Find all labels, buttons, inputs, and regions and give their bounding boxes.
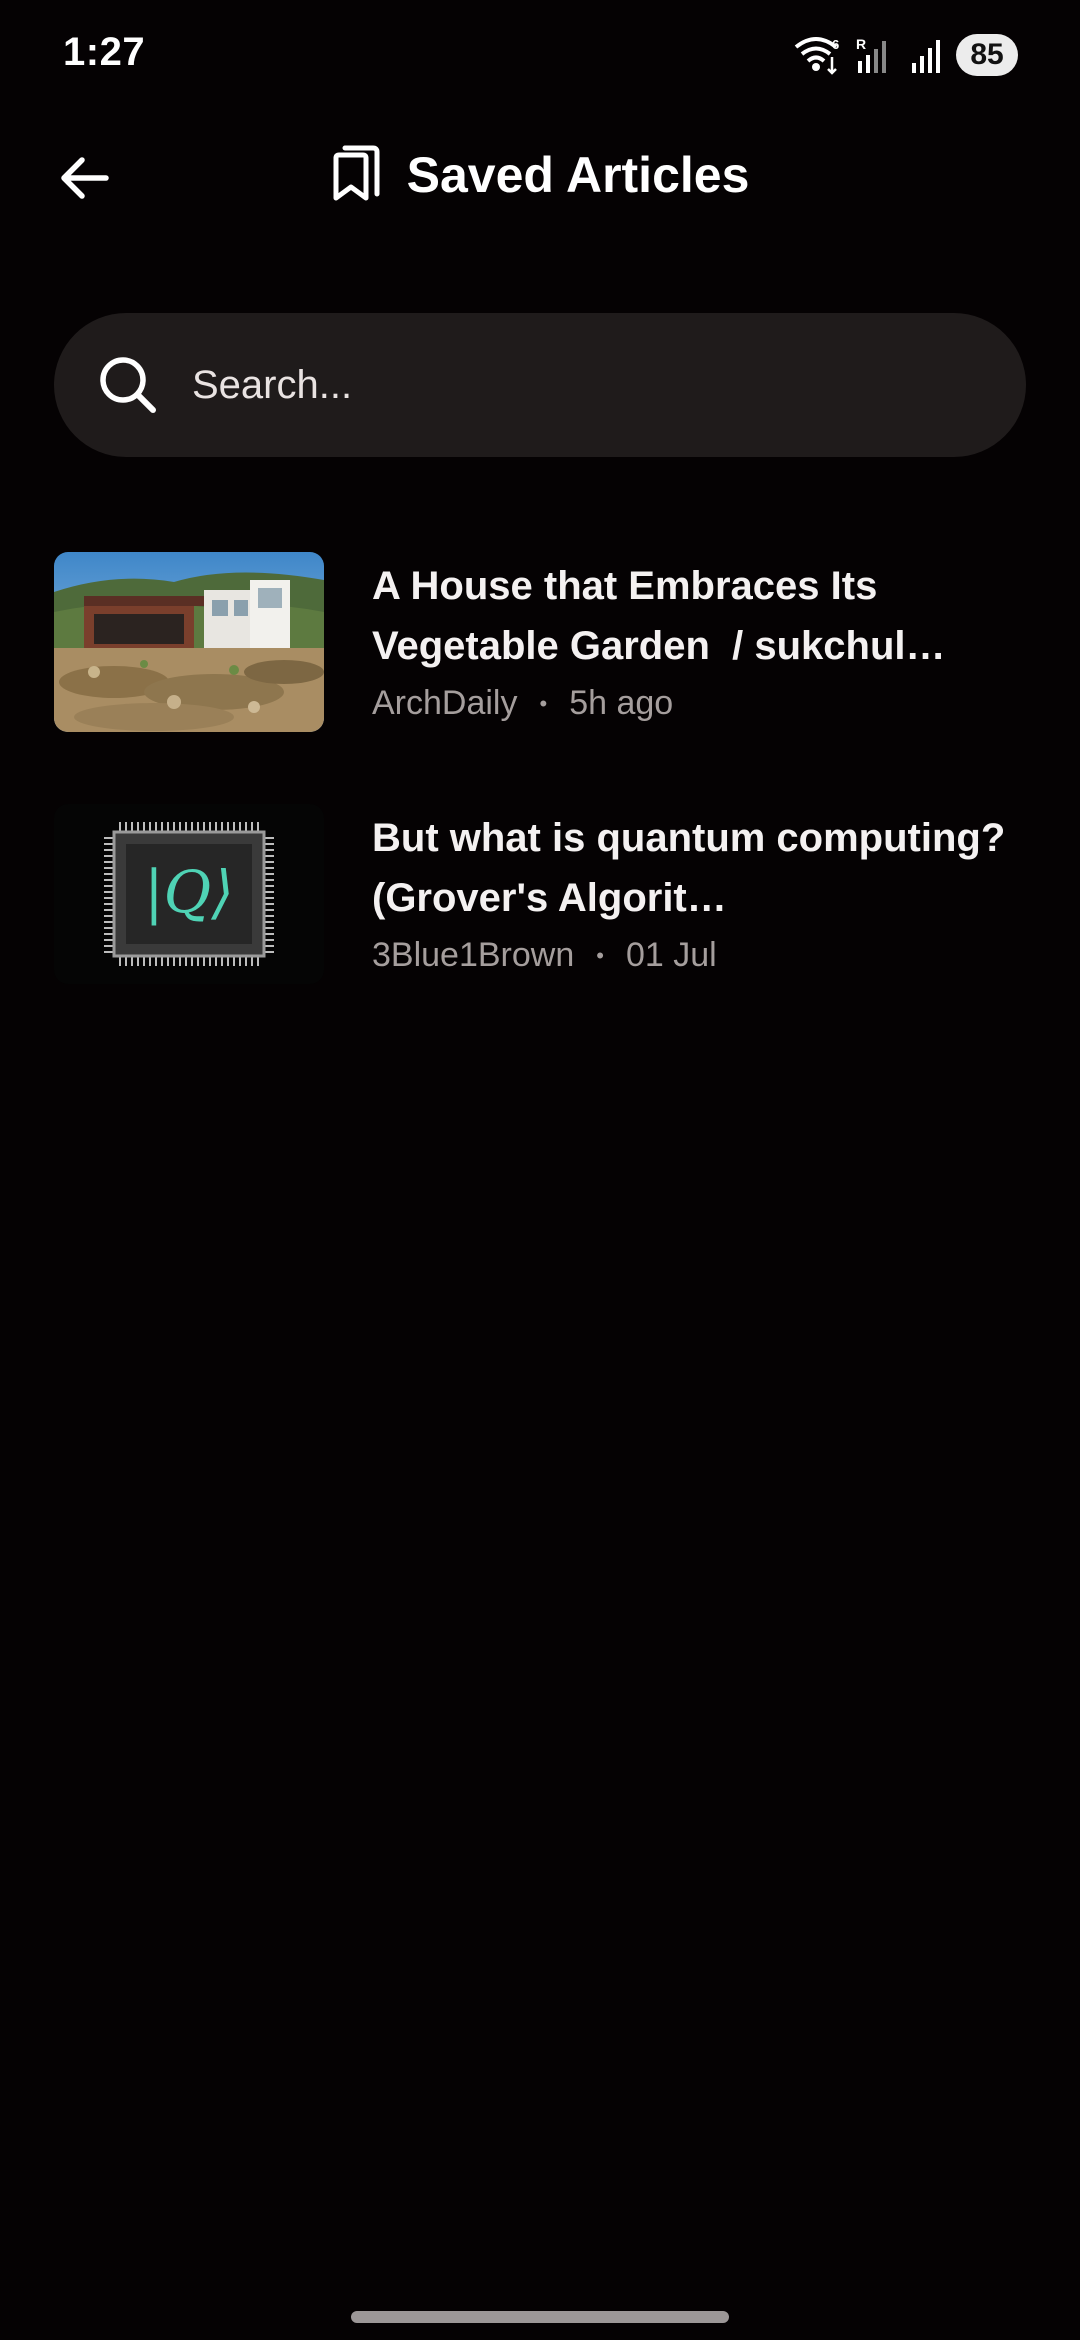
article-time: 01 Jul — [625, 936, 717, 974]
status-bar: 1:27 6 R 85 — [0, 0, 1080, 110]
article-item[interactable]: A House that Embraces Its Vegetable Gard… — [54, 552, 1026, 732]
wifi-badge: 6 — [832, 37, 839, 52]
signal-icon-sim1: R — [856, 35, 896, 75]
roaming-label: R — [856, 36, 866, 52]
signal-icon-sim2 — [910, 35, 942, 75]
article-item[interactable]: |Q⟩ But what is quantum computing? (Grov… — [54, 804, 1026, 984]
meta-separator: • — [596, 942, 604, 968]
meta-separator: • — [539, 690, 548, 716]
search-bar[interactable] — [54, 313, 1026, 457]
app-bar: Saved Articles — [0, 130, 1080, 220]
status-time: 1:27 — [63, 30, 146, 74]
home-indicator[interactable] — [351, 2311, 729, 2323]
article-thumbnail-quantum: |Q⟩ — [54, 804, 324, 984]
article-source: ArchDaily — [372, 684, 518, 722]
article-text: But what is quantum computing? (Grover's… — [372, 808, 1072, 975]
article-meta: 3Blue1Brown • 01 Jul — [372, 936, 1072, 975]
bookmarks-icon — [331, 144, 381, 207]
page-title: Saved Articles — [406, 147, 750, 203]
search-input[interactable] — [192, 345, 1026, 425]
svg-text:|Q⟩: |Q⟩ — [144, 858, 234, 926]
article-title: A House that Embraces Its Vegetable Gard… — [372, 564, 946, 668]
article-meta: ArchDaily • 5h ago — [372, 684, 1072, 723]
article-text: A House that Embraces Its Vegetable Gard… — [372, 556, 1072, 723]
battery-indicator: 85 — [956, 34, 1018, 76]
title-group: Saved Articles — [0, 130, 1080, 220]
article-time: 5h ago — [569, 684, 674, 722]
article-thumbnail-house — [54, 552, 324, 732]
article-title: But what is quantum computing? (Grover's… — [372, 816, 1028, 920]
article-list: A House that Embraces Its Vegetable Gard… — [54, 552, 1026, 1056]
wifi-icon: 6 — [794, 35, 842, 75]
saved-articles-screen: 1:27 6 R 85 Saved Articles Search... A H… — [0, 0, 1080, 2340]
status-icons: 6 R 85 — [794, 32, 1018, 78]
article-source: 3Blue1Brown — [372, 936, 575, 974]
search-icon — [92, 349, 164, 421]
